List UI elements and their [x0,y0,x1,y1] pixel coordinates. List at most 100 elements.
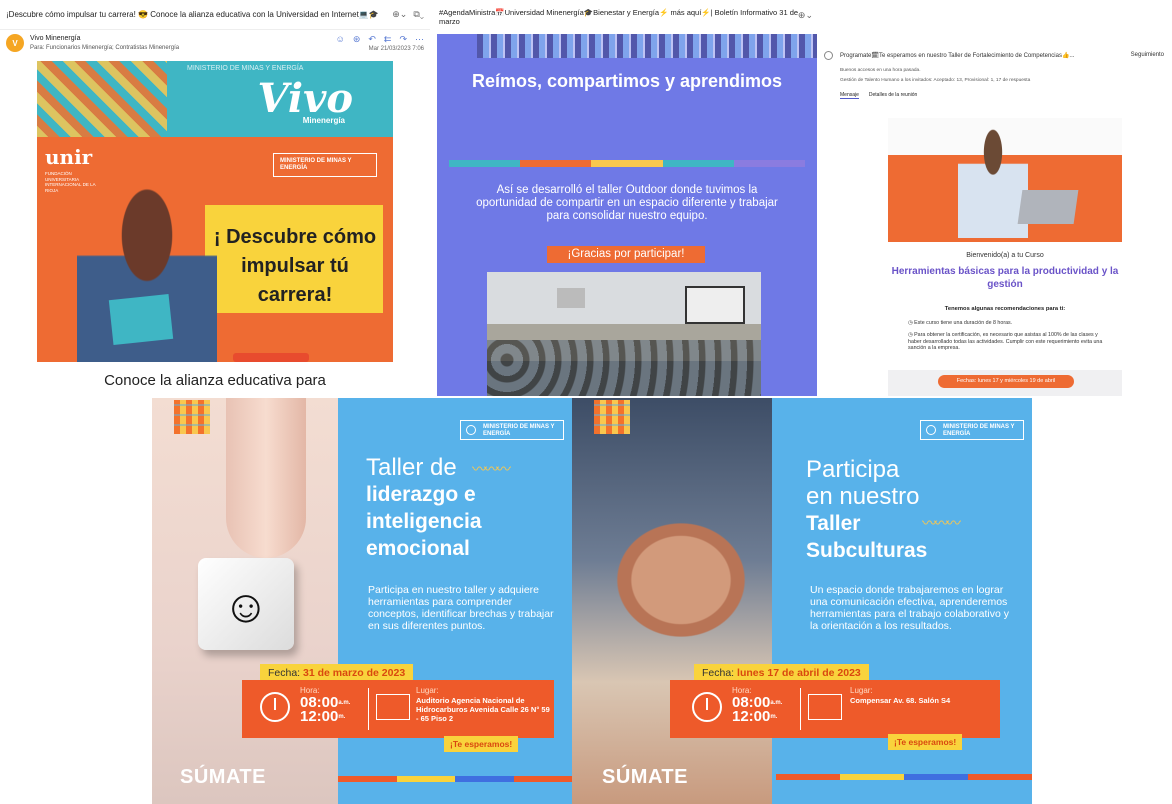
course-card: Bienvenido(a) a tu Curso Herramientas bá… [888,118,1122,396]
invite-response-line: Gestión de Talento Humano a los invitado… [840,78,1031,83]
triangles-logo [174,400,210,434]
email-recipients: Para: Funcionarios Minenergía; Contratis… [30,45,180,51]
banner-pattern [37,61,167,137]
title-bold: inteligencia [366,510,482,533]
recommendations-title: Tenemos algunas recomendaciones para ti: [944,306,1066,312]
lugar-value: Compensar Av. 68. Salón S4 [850,696,951,705]
unir-promo-card[interactable]: unir FUNDACIÓN UNIVERSITARIA INTERNACION… [37,137,393,362]
avatar: V [6,34,24,52]
squiggle-decoration: 〰〰〰 [922,515,961,532]
pm-label: m. [770,714,778,720]
unir-button[interactable] [233,353,309,362]
color-bar [449,160,806,167]
color-segment [733,160,806,167]
course-welcome: Bienvenido(a) a tu Curso [966,252,1044,259]
lugar-value: Auditorio Agencia Nacional de Hidrocarbu… [416,696,550,723]
divider [800,688,801,730]
title-light: Participa [806,456,900,483]
auditorium-icon [808,694,842,720]
reply-all-icon[interactable]: ⇇ [384,34,392,45]
email-actions: ☺ ⊛ ↶ ⇇ ↷ ⋯ [336,34,424,45]
title-light: Taller de [366,454,457,481]
boletin-subject: #AgendaMinistra📅Universidad Minenergía🎓B… [439,8,799,26]
divider [368,688,369,730]
finger-image [226,398,306,558]
tab-detalles[interactable]: Detalles de la reunión [869,92,917,99]
color-segment [449,160,521,167]
lugar-label: Lugar: [850,686,873,695]
email-footer-text: Conoce la alianza educativa para [104,372,326,389]
te-esperamos-badge: ¡Te esperamos! [444,736,519,752]
boletin-card: Reímos, compartimos y aprendimos Así se … [437,34,817,396]
auditorium-icon [376,694,410,720]
email-subject-bar: ¡Descubre cómo impulsar tu carrera! 😎 Co… [0,0,430,30]
color-segment [455,776,514,782]
photo-screen [685,286,745,324]
invite-subject: Programate🗓Te esperamos en nuestro Talle… [840,53,1075,59]
email-sender[interactable]: Vivo Minenergía [30,35,80,42]
taller-liderazgo-poster: ☺ MINISTERIO DE MINAS Y ENERGÍA Taller d… [152,398,572,804]
event-details-box: Hora: 08:00a.m. 12:00m. Lugar: Auditorio… [242,680,554,738]
hora-value: 08:00a.m. 12:00m. [732,695,783,725]
smiley-face-icon: ☺ [222,580,270,632]
fecha-label: Fecha: [268,667,301,679]
course-bullet: ◷ Este curso tiene una duración de 8 hor… [908,320,1013,326]
laptop-image [1017,190,1079,224]
course-bullet: ◷ Para obtener la certificación, es nece… [908,332,1103,351]
hora-value: 08:00a.m. 12:00m. [300,695,351,725]
open-new-icon[interactable]: ⧉⌄ [413,9,424,20]
smiley-reaction-icon[interactable]: ☺ [336,34,345,45]
color-segment [396,776,455,782]
am-label: a.m. [338,700,351,706]
color-segment [776,774,840,780]
ministry-seal-icon [466,425,476,435]
workshop-photo [487,272,761,396]
am-label: a.m. [770,700,783,706]
ministry-seal-icon [926,425,936,435]
ministry-badge: MINISTERIO DE MINAS Y ENERGÍA [273,153,377,177]
title-bold: Taller [806,512,861,535]
poster-title: Participa en nuestro Taller Subculturas [806,456,927,564]
triangles-logo [594,400,630,434]
hora-end: 12:00 [300,708,339,725]
hora-end: 12:00 [732,708,771,725]
following-dropdown[interactable]: Seguimiento [1131,52,1164,58]
course-title: Herramientas básicas para la productivid… [891,266,1119,290]
email-toolbar: ⊕⌄ ⧉⌄ [392,9,424,20]
invite-info-line: Buenos accesos en una hora pasada. [840,68,921,73]
poster-description: Participa en nuestro taller y adquiere h… [368,584,554,632]
fecha-value: lunes 17 de abril de 2023 [737,667,861,679]
bullet-text: Este curso tiene una duración de 8 horas… [914,320,1013,326]
fecha-label: Fecha: [702,667,735,679]
more-options-icon[interactable]: ⋯ [415,34,424,45]
color-bar [776,774,1032,780]
thanks-banner: ¡Gracias por participar! [547,246,705,263]
tag-icon[interactable]: ⊛ [353,34,361,45]
email-panel: ¡Descubre cómo impulsar tu carrera! 😎 Co… [0,0,430,396]
clock-icon [260,692,290,722]
invite-header: Programate🗓Te esperamos en nuestro Talle… [820,50,1172,64]
taller-subculturas-poster: MINISTERIO DE MINAS Y ENERGÍA Participa … [572,398,1032,804]
squiggle-decoration: 〰〰〰 [472,461,511,478]
calendar-icon [824,51,833,60]
boletin-headline: Reímos, compartimos y aprendimos [471,71,783,91]
forward-icon[interactable]: ↷ [399,34,407,45]
ministry-name: MINISTERIO DE MINAS Y ENERGÍA [943,424,1015,437]
banner-ministry: MINISTERIO DE MINAS Y ENERGÍA [187,65,304,72]
clock-icon [692,692,722,722]
unir-logo: unir [45,145,93,169]
te-esperamos-badge: ¡Te esperamos! [888,734,963,750]
banner-subtitle: Minenergía [302,116,345,125]
title-bold: liderazgo e [366,483,476,506]
boletin-body: Así se desarrolló el taller Outdoor dond… [476,184,778,222]
zoom-icon[interactable]: ⊕⌄ [392,9,407,20]
vivo-minenergia-banner: MINISTERIO DE MINAS Y ENERGÍA Vivo Minen… [37,61,393,137]
student-photo [77,167,217,362]
color-segment [591,160,663,167]
tab-mensaje[interactable]: Mensaje [840,92,859,99]
color-segment [662,160,734,167]
lugar-label: Lugar: [416,686,439,695]
title-light: en nuestro [806,483,920,510]
reply-icon[interactable]: ↶ [368,34,376,45]
zoom-icon[interactable]: ⊕⌄ [798,10,813,21]
